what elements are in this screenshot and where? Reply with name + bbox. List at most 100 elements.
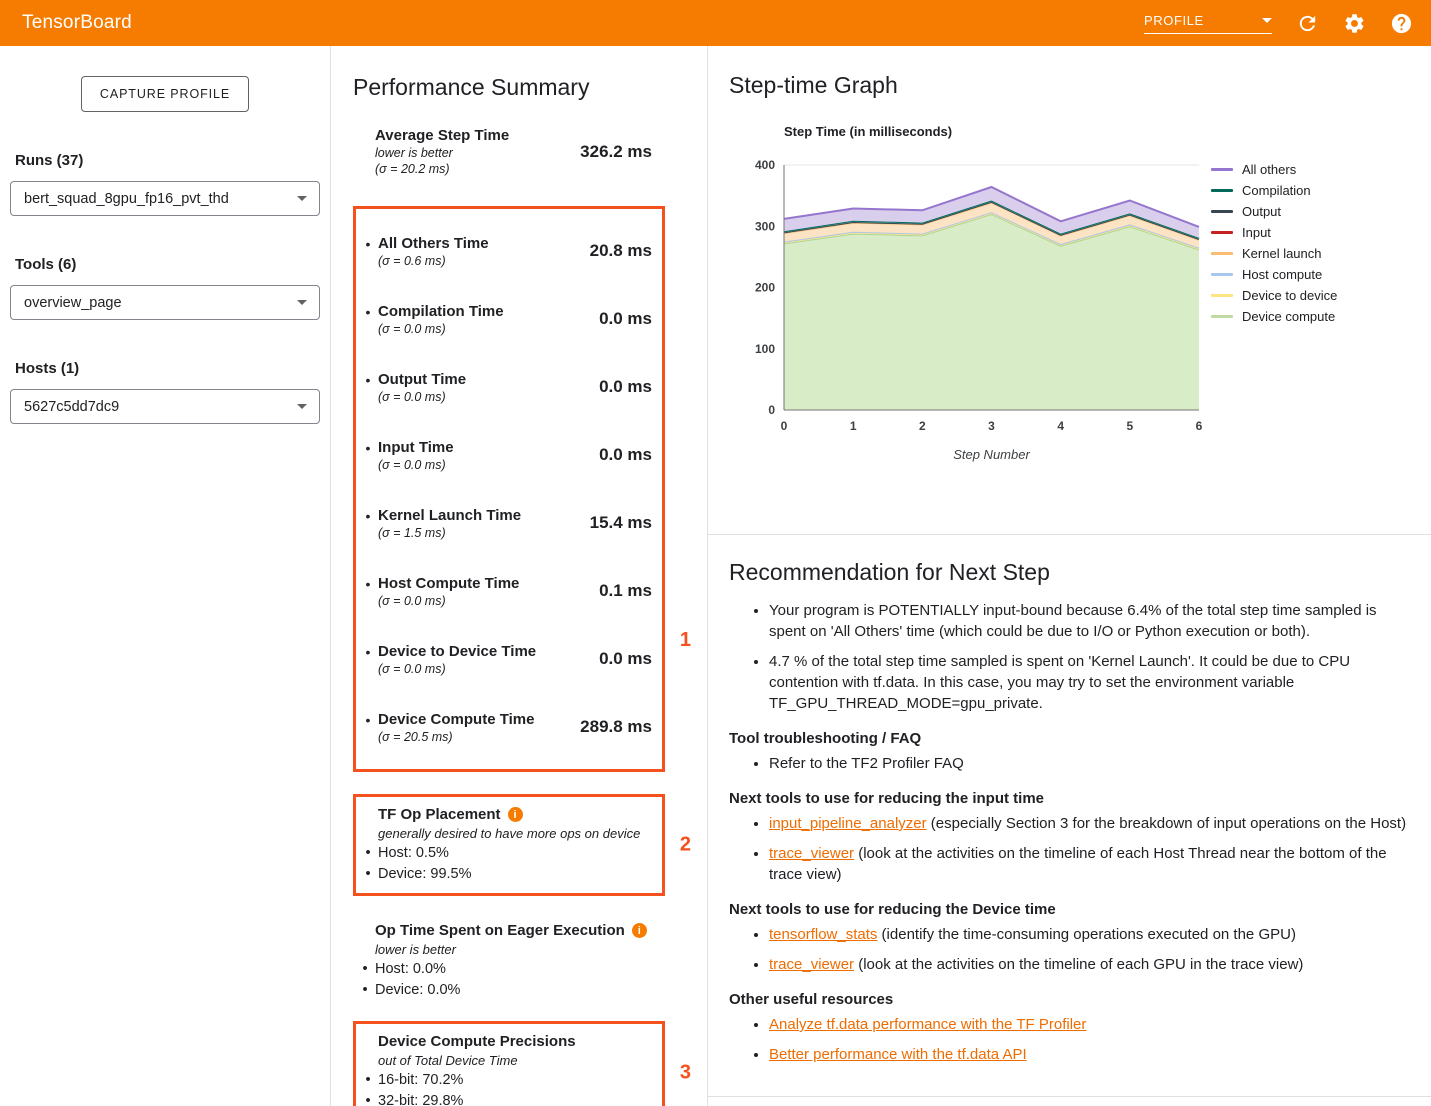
svg-text:Step Number: Step Number — [953, 447, 1030, 462]
list-item: input_pipeline_analyzer (especially Sect… — [769, 813, 1411, 834]
legend-swatch — [1211, 189, 1233, 192]
metric-label: Kernel Launch Time — [378, 507, 521, 524]
step-time-chart-wrap: Step Time (in milliseconds)0100200300400… — [729, 119, 1431, 464]
bullet-icon — [358, 507, 378, 526]
other-resources-heading: Other useful resources — [729, 991, 1411, 1008]
recommendation-bullets: Your program is POTENTIALLY input-bound … — [729, 600, 1411, 714]
average-step-time-texts: Average Step Time lower is better (σ = 2… — [375, 127, 509, 176]
capture-profile-button[interactable]: CAPTURE PROFILE — [81, 76, 249, 112]
refresh-icon[interactable] — [1296, 12, 1319, 35]
list-item-text: (especially Section 3 for the breakdown … — [927, 815, 1406, 832]
info-icon[interactable] — [632, 923, 647, 938]
chevron-down-icon — [297, 196, 307, 201]
tools-label: Tools (6) — [10, 256, 320, 273]
svg-text:100: 100 — [755, 342, 775, 356]
hosts-select-value: 5627c5dd7dc9 — [24, 399, 119, 415]
svg-text:200: 200 — [755, 281, 775, 295]
list-item-text: (look at the activities on the timeline … — [769, 845, 1387, 883]
metric-value: 0.0 ms — [599, 309, 652, 329]
legend-label: Kernel launch — [1242, 246, 1322, 261]
svg-text:300: 300 — [755, 219, 775, 233]
device-precisions-box: Device Compute Precisions out of Total D… — [353, 1021, 665, 1106]
legend-swatch — [1211, 210, 1233, 213]
tf-op-placement-subtitle: generally desired to have more ops on de… — [358, 826, 652, 841]
bullet-icon — [355, 982, 375, 999]
tf-op-placement-box: TF Op Placement generally desired to hav… — [353, 794, 665, 896]
list-item: trace_viewer (look at the activities on … — [769, 954, 1411, 975]
metric-label: Device to Device Time — [378, 643, 536, 660]
metric-row: Device Compute Time (σ = 20.5 ms) 289.8 … — [358, 693, 652, 761]
tf-op-placement-device: Device: 99.5% — [358, 866, 652, 883]
app-header: TensorBoard PROFILE — [0, 0, 1431, 46]
bit32-percent: 32-bit: 29.8% — [378, 1093, 463, 1106]
faq-item: Refer to the TF2 Profiler FAQ — [769, 753, 1411, 774]
metric-value: 20.8 ms — [590, 241, 652, 261]
metric-sigma: (σ = 0.0 ms) — [378, 322, 504, 336]
svg-text:3: 3 — [988, 419, 995, 433]
legend-item: All others — [1211, 163, 1337, 176]
tensorflow-stats-link[interactable]: tensorflow_stats — [769, 926, 877, 943]
trace-viewer-link[interactable]: trace_viewer — [769, 845, 854, 862]
annotation-number-2: 2 — [680, 834, 691, 857]
eager-host: Host: 0.0% — [355, 961, 655, 978]
input-pipeline-analyzer-link[interactable]: input_pipeline_analyzer — [769, 815, 927, 832]
tools-select[interactable]: overview_page — [10, 285, 320, 320]
bullet-icon — [358, 711, 378, 730]
list-item: Analyze tf.data performance with the TF … — [769, 1014, 1411, 1035]
legend-swatch — [1211, 273, 1233, 276]
legend-swatch — [1211, 315, 1233, 318]
metric-sigma: (σ = 0.0 ms) — [378, 662, 536, 676]
input-tools-list: input_pipeline_analyzer (especially Sect… — [729, 813, 1411, 885]
metric-row: Device to Device Time (σ = 0.0 ms) 0.0 m… — [358, 625, 652, 693]
metric-label: Device Compute Time — [378, 711, 534, 728]
performance-summary-title: Performance Summary — [353, 74, 707, 101]
list-item-text: (identify the time-consuming operations … — [877, 926, 1296, 943]
host-percent: Host: 0.5% — [378, 845, 449, 862]
hosts-label: Hosts (1) — [10, 360, 320, 377]
eager-execution-title: Op Time Spent on Eager Execution — [375, 922, 625, 939]
tfdata-api-link[interactable]: Better performance with the tf.data API — [769, 1046, 1027, 1063]
tf-op-placement-host: Host: 0.5% — [358, 845, 652, 862]
eager-execution-section: Op Time Spent on Eager Execution lower i… — [353, 922, 665, 999]
metric-label: Output Time — [378, 371, 466, 388]
legend-item: Input — [1211, 226, 1337, 239]
svg-text:5: 5 — [1126, 419, 1133, 433]
metric-value: 0.1 ms — [599, 581, 652, 601]
bit16-percent: 16-bit: 70.2% — [378, 1072, 463, 1089]
svg-text:0: 0 — [768, 403, 775, 417]
device-percent: Device: 99.5% — [378, 866, 472, 883]
tfdata-performance-link[interactable]: Analyze tf.data performance with the TF … — [769, 1016, 1086, 1033]
legend-label: Device to device — [1242, 288, 1337, 303]
device-precisions-subtitle: out of Total Device Time — [358, 1053, 652, 1068]
trace-viewer-link[interactable]: trace_viewer — [769, 956, 854, 973]
info-icon[interactable] — [508, 807, 523, 822]
runs-select-value: bert_squad_8gpu_fp16_pvt_thd — [24, 191, 229, 207]
metric-row: Input Time (σ = 0.0 ms) 0.0 ms — [358, 421, 652, 489]
metric-label: All Others Time — [378, 235, 489, 252]
legend-swatch — [1211, 294, 1233, 297]
tools-select-value: overview_page — [24, 295, 122, 311]
hosts-select[interactable]: 5627c5dd7dc9 — [10, 389, 320, 424]
metric-row: Kernel Launch Time (σ = 1.5 ms) 15.4 ms — [358, 489, 652, 557]
metric-value: 0.0 ms — [599, 445, 652, 465]
list-item: trace_viewer (look at the activities on … — [769, 843, 1411, 885]
legend-swatch — [1211, 168, 1233, 171]
app-title: TensorBoard — [22, 12, 132, 34]
dashboard-select-value: PROFILE — [1144, 13, 1204, 28]
gear-icon[interactable] — [1343, 12, 1366, 35]
runs-select[interactable]: bert_squad_8gpu_fp16_pvt_thd — [10, 181, 320, 216]
average-step-time-label: Average Step Time — [375, 127, 509, 144]
legend-label: Output — [1242, 204, 1281, 219]
svg-text:400: 400 — [755, 158, 775, 172]
metric-value: 15.4 ms — [590, 513, 652, 533]
faq-list: Refer to the TF2 Profiler FAQ — [729, 753, 1411, 774]
metric-value: 0.0 ms — [599, 377, 652, 397]
bullet-icon — [355, 961, 375, 978]
average-step-time-row: Average Step Time lower is better (σ = 2… — [353, 113, 665, 182]
device-percent: Device: 0.0% — [375, 982, 460, 999]
help-icon[interactable] — [1390, 12, 1413, 35]
performance-summary-panel: Performance Summary Average Step Time lo… — [331, 46, 708, 1106]
legend-swatch — [1211, 231, 1233, 234]
legend-label: Device compute — [1242, 309, 1335, 324]
dashboard-select[interactable]: PROFILE — [1144, 13, 1272, 34]
